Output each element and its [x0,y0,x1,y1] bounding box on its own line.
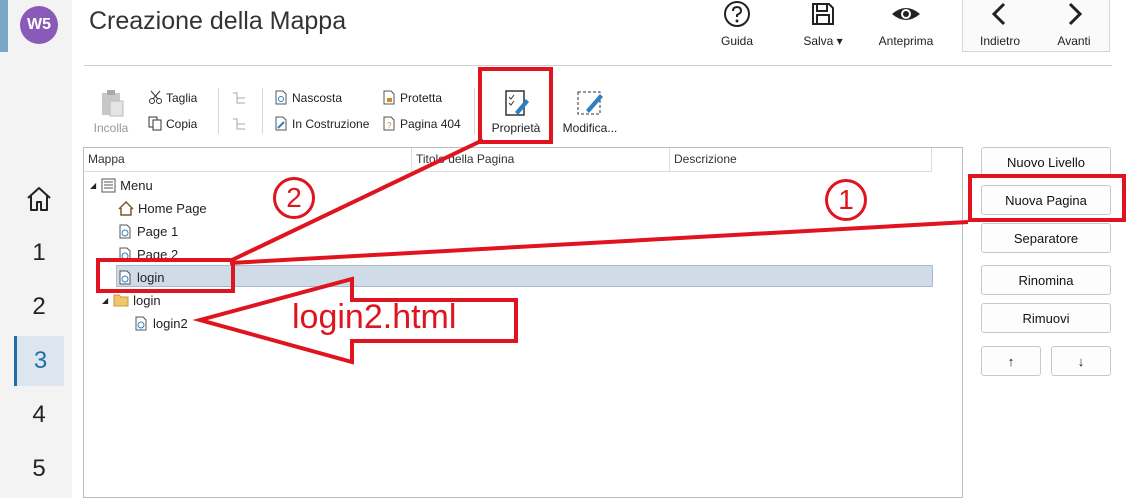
tree-item-page1[interactable]: Page 1 [118,220,178,242]
step-rail: W5 1 2 3 4 5 [0,0,72,498]
selected-row-highlight [116,265,933,287]
toolbar-separator [218,88,219,134]
hidden-button[interactable]: Nascosta [274,90,342,105]
annotation-circle-1: 1 [825,179,867,221]
forward-label: Avanti [1057,34,1091,48]
copy-icon [148,116,162,131]
separator-button[interactable]: Separatore [981,223,1111,253]
save-button[interactable]: Salva ▾ [783,0,863,52]
cut-label: Taglia [166,90,198,105]
help-icon [724,1,750,27]
lock-page-icon [383,90,395,105]
copy-button[interactable]: Copia [148,116,197,131]
paste-button[interactable]: Incolla [90,88,132,135]
construction-icon [275,116,287,131]
move-down-button[interactable]: ↓ [1051,346,1111,376]
annotation-box-new-page [968,174,1126,222]
back-button[interactable]: Indietro [960,0,1040,52]
edit-label: Modifica... [562,121,618,135]
edit-selection-icon [577,91,603,115]
column-header-description[interactable]: Descrizione [670,148,932,172]
home-icon [118,200,134,216]
indent-icon [233,92,245,104]
step-2[interactable]: 2 [14,282,64,332]
clipboard-icon [102,90,124,117]
column-header-title[interactable]: Titolo della Pagina [412,148,670,172]
folder-icon [113,294,129,307]
step-4[interactable]: 4 [14,390,64,440]
app-logo: W5 [20,6,58,44]
tree-item-label: Home Page [138,200,207,216]
under-construction-label: In Costruzione [292,116,370,131]
rename-button[interactable]: Rinomina [981,265,1111,295]
page-icon [119,224,131,238]
header-divider [84,65,1112,66]
home-icon[interactable] [24,184,54,214]
chevron-left-icon [991,2,1006,26]
collapse-arrow-icon[interactable]: ◢ [102,296,108,305]
page404-label: Pagina 404 [400,116,461,131]
preview-label: Anteprima [878,34,934,48]
menu-icon [101,178,116,192]
indent-button[interactable] [231,90,250,106]
chevron-right-icon [1068,2,1083,26]
toolbar-separator [262,88,263,134]
new-level-button[interactable]: Nuovo Livello [981,147,1111,177]
column-header-map[interactable]: Mappa [84,148,412,172]
annotation-box-properties [478,67,553,144]
protected-label: Protetta [400,90,443,105]
under-construction-button[interactable]: In Costruzione [274,116,369,131]
hidden-label: Nascosta [292,90,343,105]
cut-button[interactable]: Taglia [148,90,197,105]
protected-button[interactable]: Protetta [382,90,442,105]
tree-item-label: Page 1 [137,223,179,239]
annotation-box-login [96,258,235,293]
outdent-button[interactable] [231,116,250,132]
svg-text:?: ? [387,121,392,130]
step-3[interactable]: 3 [14,336,64,386]
back-label: Indietro [979,34,1021,48]
preview-button[interactable]: Anteprima [866,0,946,52]
collapse-arrow-icon[interactable]: ◢ [90,181,96,190]
outdent-icon [233,118,245,130]
page-icon [135,316,147,330]
move-up-button[interactable]: ↑ [981,346,1041,376]
eye-icon [892,8,920,20]
tree-item-home[interactable]: Home Page [118,197,207,219]
save-icon [812,3,834,25]
remove-button[interactable]: Rimuovi [981,303,1111,333]
hidden-page-icon [275,90,287,105]
forward-button[interactable]: Avanti [1034,0,1114,52]
tree-item-label: login [133,292,161,308]
annotation-arrow-text: login2.html [292,298,457,336]
tree-item-label: login2 [153,315,188,331]
page404-button[interactable]: ? Pagina 404 [382,116,461,131]
window-edge [0,0,8,52]
step-5[interactable]: 5 [14,444,64,494]
help-label: Guida [720,34,754,48]
paste-label: Incolla [93,121,129,135]
tree-item-label: Menu [120,177,153,193]
copy-label: Copia [166,116,198,131]
tree-item-login2[interactable]: login2 [134,312,188,334]
page-title: Creazione della Mappa [89,7,347,35]
tree-item-menu[interactable]: ◢ Menu [90,174,153,196]
step-1[interactable]: 1 [14,228,64,278]
edit-button[interactable]: Modifica... [560,88,620,135]
save-label: Salva ▾ [803,34,843,48]
scissors-icon [149,90,162,104]
help-button[interactable]: Guida [697,0,777,52]
page404-icon: ? [383,116,395,131]
annotation-circle-2: 2 [273,177,315,219]
toolbar-separator [474,88,475,134]
